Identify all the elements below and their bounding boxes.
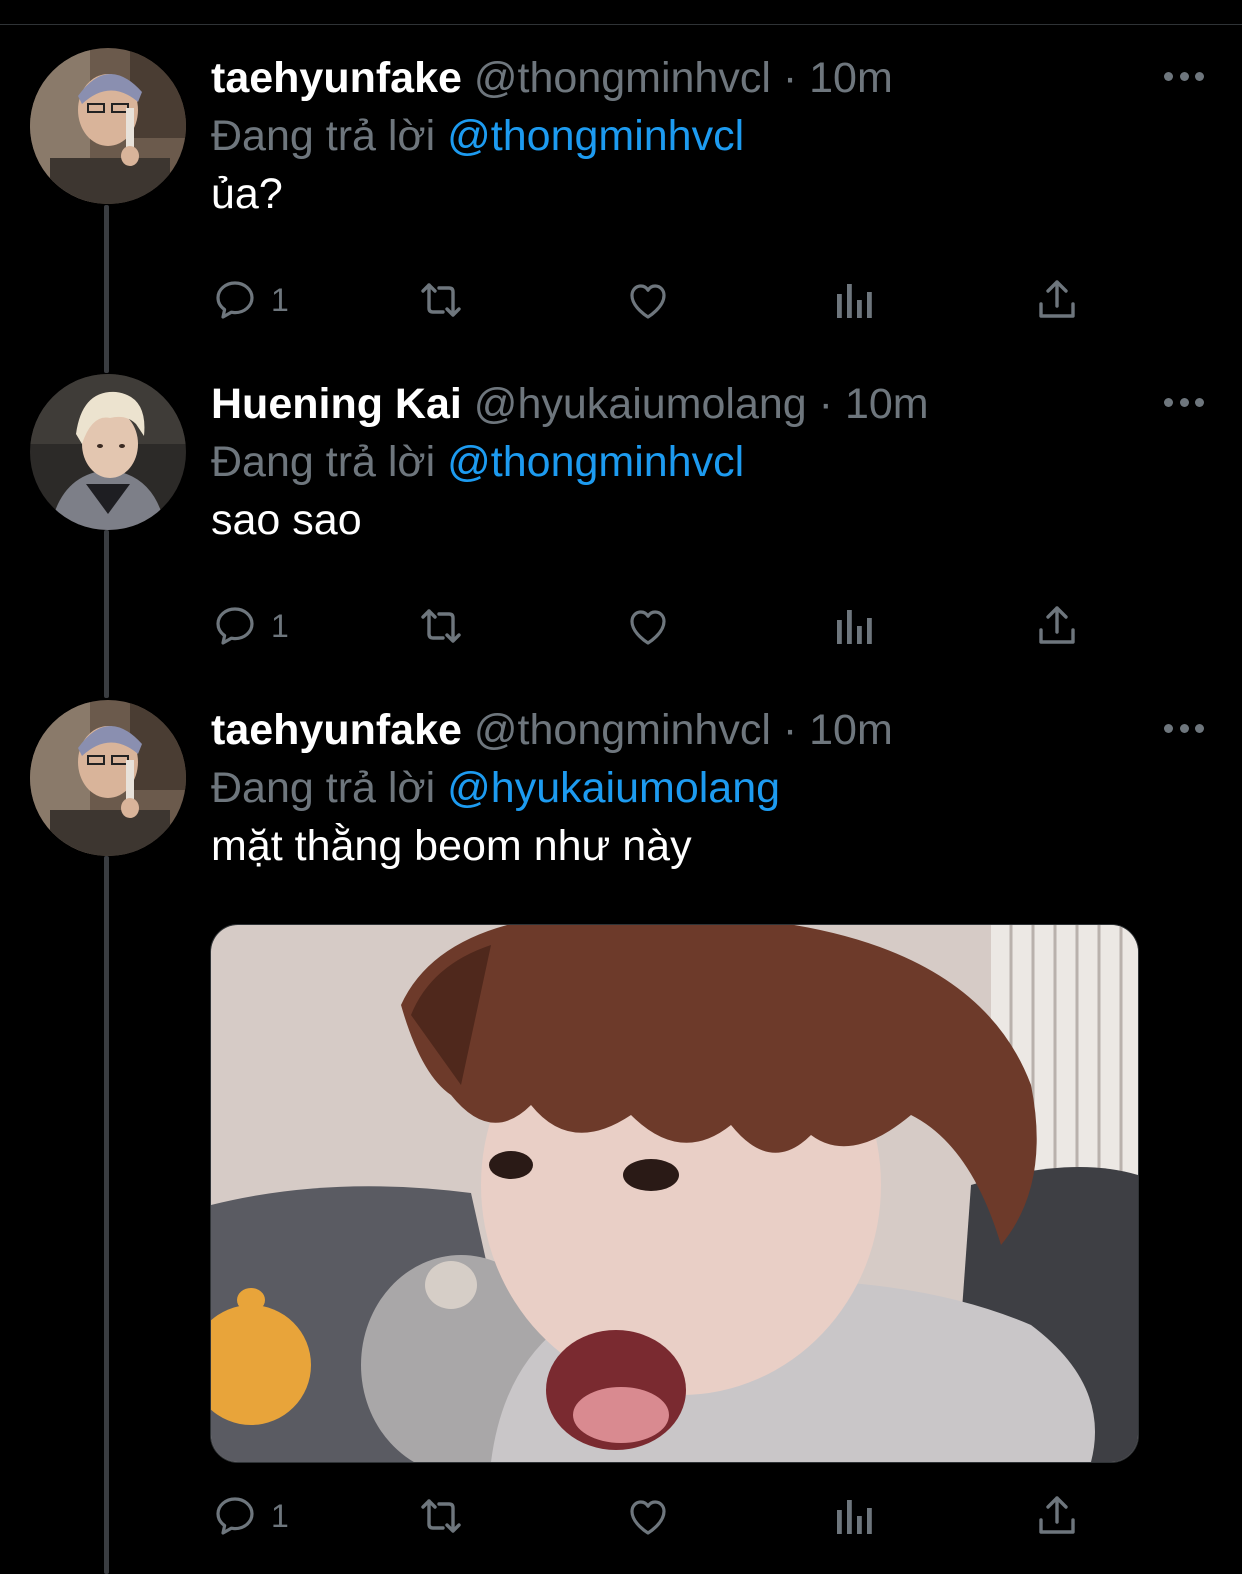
share-button[interactable] <box>1033 1488 1081 1544</box>
timestamp[interactable]: 10m <box>809 706 893 754</box>
retweet-icon <box>421 1499 461 1533</box>
reply-count: 1 <box>271 1497 289 1534</box>
replying-to: Đang trả lời @hyukaiumolang <box>211 760 780 816</box>
more-horizontal-icon[interactable] <box>1164 392 1204 412</box>
replying-to-handle-link[interactable]: @hyukaiumolang <box>447 764 780 812</box>
tweet[interactable]: taehyunfake @thongminhvcl · 10m Đang trả… <box>0 700 1242 1574</box>
analytics-button[interactable] <box>831 598 875 654</box>
reply-button[interactable]: 1 <box>211 1488 289 1544</box>
top-divider <box>0 24 1242 25</box>
avatar-image <box>30 700 186 856</box>
retweet-icon <box>421 609 461 643</box>
share-upload-icon <box>1039 1496 1075 1534</box>
retweet-icon <box>421 283 461 317</box>
separator-dot: · <box>782 54 798 102</box>
separator-dot: · <box>818 380 833 428</box>
replying-to: Đang trả lời @thongminhvcl <box>211 108 744 164</box>
heart-icon <box>630 284 666 319</box>
share-button[interactable] <box>1033 598 1081 654</box>
heart-icon <box>630 1500 666 1535</box>
user-handle[interactable]: @thongminhvcl <box>474 706 771 754</box>
share-upload-icon <box>1039 606 1075 644</box>
tweet-text: mặt thằng beom như này <box>211 822 692 870</box>
reply-button[interactable]: 1 <box>211 272 289 328</box>
tweet-header: Huening Kai @hyukaiumolang · 10m <box>211 376 929 432</box>
replying-to-handle-link[interactable]: @thongminhvcl <box>447 112 744 160</box>
share-button[interactable] <box>1033 272 1081 328</box>
analytics-bars-icon <box>837 284 872 318</box>
tweet-text: sao sao <box>211 496 362 544</box>
reply-count: 1 <box>271 607 289 644</box>
timestamp[interactable]: 10m <box>809 54 893 102</box>
tweet[interactable]: taehyunfake @thongminhvcl · 10m Đang trả… <box>0 48 1242 348</box>
tweet[interactable]: Huening Kai @hyukaiumolang · 10m Đang tr… <box>0 374 1242 674</box>
avatar[interactable] <box>30 48 186 204</box>
reply-bubble-icon <box>216 1497 254 1535</box>
retweet-button[interactable] <box>413 1488 469 1544</box>
tweet-actions: 1 <box>211 272 1091 328</box>
timestamp[interactable]: 10m <box>845 380 929 428</box>
reply-bubble-icon <box>216 607 254 645</box>
replying-to-handle-link[interactable]: @thongminhvcl <box>447 438 744 486</box>
reply-button[interactable]: 1 <box>211 598 289 654</box>
replying-to: Đang trả lời @thongminhvcl <box>211 434 744 490</box>
like-button[interactable] <box>623 598 673 654</box>
tweet-header: taehyunfake @thongminhvcl · 10m <box>211 50 893 106</box>
display-name[interactable]: taehyunfake <box>211 706 462 754</box>
analytics-bars-icon <box>837 610 872 644</box>
user-handle[interactable]: @hyukaiumolang <box>474 380 807 428</box>
heart-icon <box>630 610 666 645</box>
display-name[interactable]: Huening Kai <box>211 380 462 428</box>
replying-to-label: Đang trả lời <box>211 438 436 486</box>
more-horizontal-icon[interactable] <box>1164 66 1204 86</box>
analytics-button[interactable] <box>831 1488 875 1544</box>
retweet-button[interactable] <box>413 598 469 654</box>
like-button[interactable] <box>623 1488 673 1544</box>
tweet-actions: 1 <box>211 1488 1091 1544</box>
like-button[interactable] <box>623 272 673 328</box>
replying-to-label: Đang trả lời <box>211 112 436 160</box>
retweet-button[interactable] <box>413 272 469 328</box>
tweet-text: ủa? <box>211 170 283 218</box>
media-photo <box>211 925 1138 1462</box>
tweet-media-image[interactable] <box>210 924 1139 1463</box>
avatar-image <box>30 48 186 204</box>
reply-count: 1 <box>271 281 289 318</box>
avatar-image <box>30 374 186 530</box>
analytics-bars-icon <box>837 1500 872 1534</box>
user-handle[interactable]: @thongminhvcl <box>474 54 771 102</box>
share-upload-icon <box>1039 280 1075 318</box>
tweet-header: taehyunfake @thongminhvcl · 10m <box>211 702 893 758</box>
display-name[interactable]: taehyunfake <box>211 54 462 102</box>
more-horizontal-icon[interactable] <box>1164 718 1204 738</box>
analytics-button[interactable] <box>831 272 875 328</box>
tweet-actions: 1 <box>211 598 1091 654</box>
reply-bubble-icon <box>216 281 254 319</box>
avatar[interactable] <box>30 700 186 856</box>
avatar[interactable] <box>30 374 186 530</box>
separator-dot: · <box>782 706 798 754</box>
replying-to-label: Đang trả lời <box>211 764 436 812</box>
